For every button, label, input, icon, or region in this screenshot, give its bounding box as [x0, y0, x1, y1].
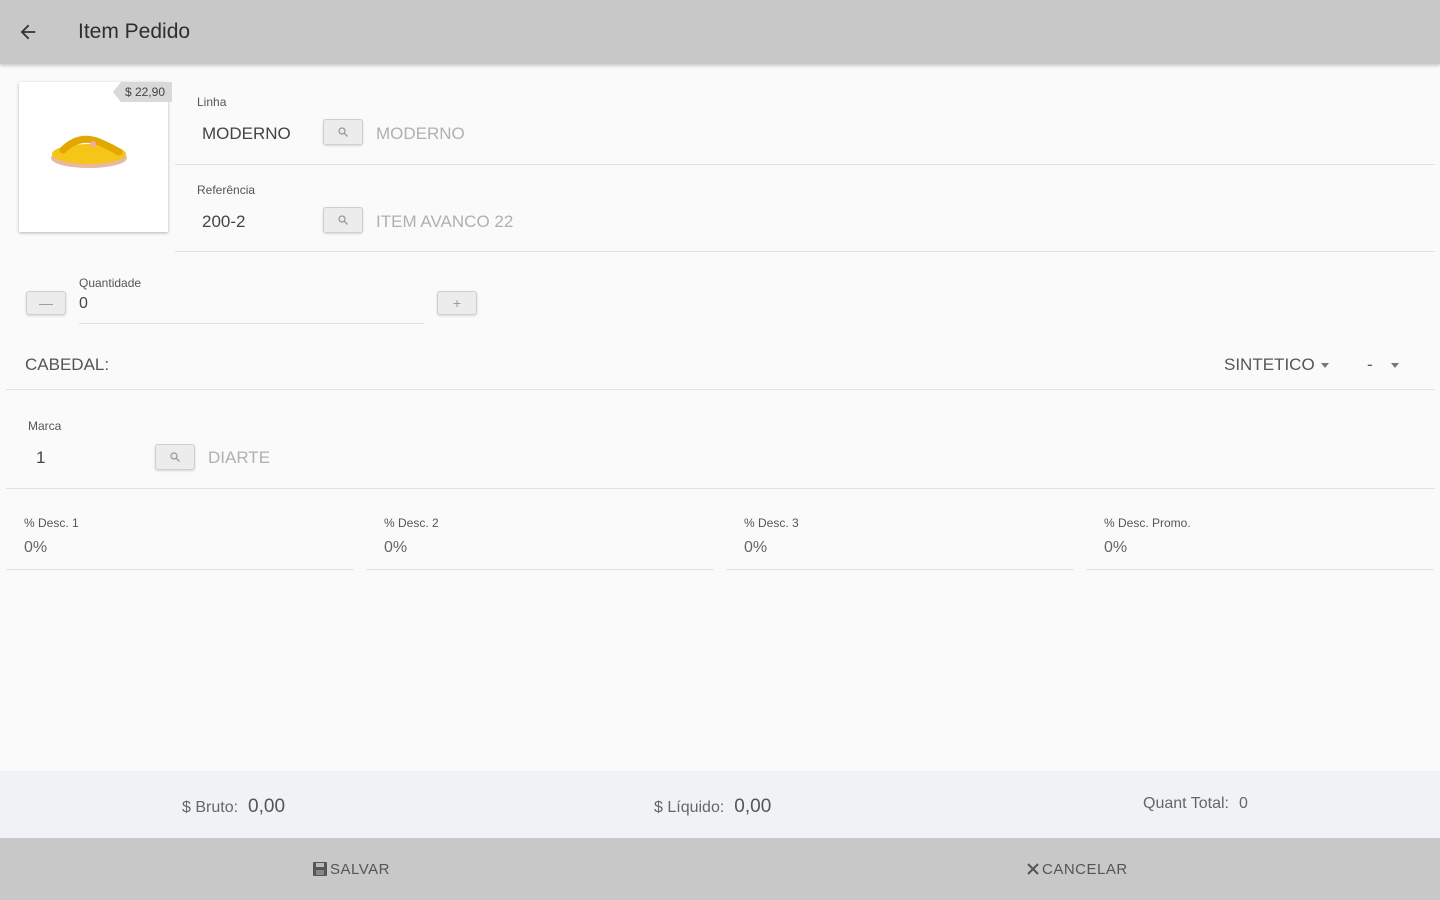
save-icon: [313, 862, 327, 876]
discount-promo-label: % Desc. Promo.: [1104, 516, 1191, 530]
discount-2-label: % Desc. 2: [384, 516, 439, 530]
discount-3-field[interactable]: % Desc. 3 0%: [726, 516, 1074, 570]
quantity-increment-button[interactable]: +: [437, 291, 477, 315]
referencia-description: ITEM AVANCO 22: [376, 212, 514, 231]
marca-label: Marca: [28, 419, 62, 433]
total-quantity-label: Quant Total:: [1143, 795, 1229, 812]
marca-field[interactable]: 1: [36, 448, 45, 468]
search-icon: [338, 127, 348, 137]
discount-3-value: 0%: [744, 539, 768, 556]
discount-2-field[interactable]: % Desc. 2 0%: [366, 516, 714, 570]
page-title: Item Pedido: [78, 20, 191, 43]
discount-1-value: 0%: [24, 539, 48, 556]
linha-label: Linha: [197, 95, 227, 109]
referencia-field[interactable]: 200-2: [202, 212, 245, 232]
product-card[interactable]: $ 22,90: [19, 82, 172, 232]
linha-description: MODERNO: [376, 124, 465, 143]
totals-bar: $ Bruto: 0,00 $ Líquido: 0,00 Quant Tota…: [0, 771, 1440, 838]
divider: [6, 389, 1435, 390]
cancel-button[interactable]: CANCELAR: [726, 838, 1440, 900]
discount-underline: [1086, 569, 1434, 570]
price-badge: $ 22,90: [112, 82, 172, 102]
referencia-search-button[interactable]: [323, 207, 363, 233]
cabedal-material-value: SINTETICO: [1224, 355, 1315, 374]
action-bar: SALVAR CANCELAR: [0, 838, 1440, 900]
discount-1-label: % Desc. 1: [24, 516, 79, 530]
arrow-left-icon: [20, 24, 36, 40]
divider: [175, 164, 1435, 165]
quantity-underline: [79, 323, 424, 324]
total-liquido: $ Líquido: 0,00: [654, 796, 771, 818]
cancel-label: CANCELAR: [1042, 860, 1128, 878]
save-label: SALVAR: [330, 860, 390, 878]
discount-promo-value: 0%: [1104, 539, 1128, 556]
total-liquido-label: $ Líquido:: [654, 799, 725, 816]
cabedal-material-select[interactable]: SINTETICO: [1224, 355, 1329, 375]
total-quantity-value: 0: [1238, 795, 1248, 812]
discount-1-field[interactable]: % Desc. 1 0%: [6, 516, 354, 570]
marca-description: DIARTE: [208, 448, 271, 467]
close-icon: [1027, 863, 1039, 875]
app-bar: Item Pedido: [0, 0, 1440, 64]
cabedal-option-select[interactable]: -: [1367, 355, 1399, 375]
discount-underline: [6, 569, 354, 570]
divider: [6, 488, 1435, 489]
sandal-image: [51, 135, 127, 168]
back-button[interactable]: [0, 0, 56, 64]
cabedal-option-value: -: [1367, 355, 1373, 374]
discount-promo-field[interactable]: % Desc. Promo. 0%: [1086, 516, 1434, 570]
total-liquido-value: 0,00: [734, 796, 772, 817]
divider: [175, 251, 1435, 252]
chevron-down-icon: [1320, 362, 1329, 368]
cabedal-label: CABEDAL:: [25, 355, 110, 374]
discount-3-label: % Desc. 3: [744, 516, 799, 530]
total-quantity: Quant Total: 0: [1143, 795, 1248, 813]
linha-field[interactable]: MODERNO: [202, 124, 291, 144]
referencia-label: Referência: [197, 183, 256, 197]
save-button[interactable]: SALVAR: [0, 838, 726, 900]
quantity-input[interactable]: 0: [79, 295, 88, 313]
chevron-down-icon: [1390, 362, 1399, 368]
search-icon: [170, 452, 180, 462]
quantity-decrement-button[interactable]: —: [26, 291, 66, 315]
discount-2-value: 0%: [384, 539, 408, 556]
total-bruto-label: $ Bruto:: [182, 799, 239, 816]
search-icon: [338, 215, 348, 225]
discount-underline: [366, 569, 714, 570]
discount-underline: [726, 569, 1074, 570]
total-bruto: $ Bruto: 0,00: [182, 796, 285, 818]
total-bruto-value: 0,00: [248, 796, 286, 817]
marca-search-button[interactable]: [155, 444, 195, 470]
linha-search-button[interactable]: [323, 119, 363, 145]
quantidade-label: Quantidade: [79, 276, 142, 290]
